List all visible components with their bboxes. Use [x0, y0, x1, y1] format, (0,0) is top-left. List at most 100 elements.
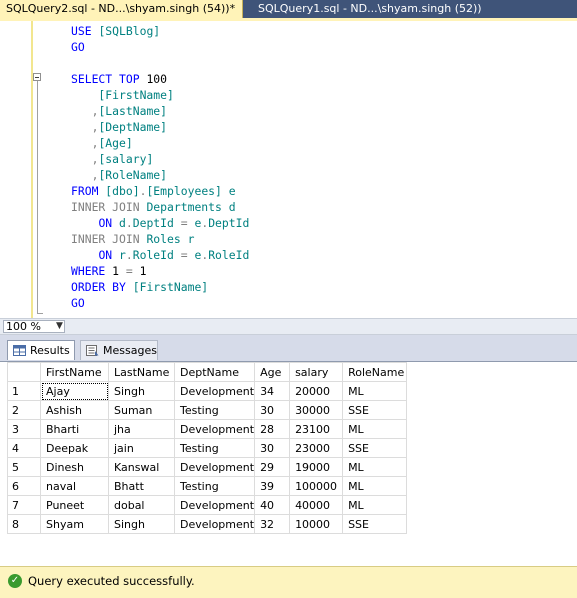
row-number[interactable]: 6	[7, 476, 41, 496]
table-cell[interactable]: ML	[342, 495, 408, 515]
table-cell[interactable]: Suman	[108, 400, 175, 420]
table-cell[interactable]: Singh	[108, 514, 175, 534]
table-cell[interactable]: 23100	[289, 419, 344, 439]
table-row[interactable]: 3 Bharti jha Development 28 23100 ML	[7, 419, 408, 439]
table-cell[interactable]: Kanswal	[108, 457, 175, 477]
table-cell[interactable]: ML	[342, 476, 408, 496]
table-cell[interactable]: Development	[173, 419, 256, 439]
table-cell[interactable]: Development	[173, 457, 256, 477]
table-cell[interactable]: 19000	[289, 457, 344, 477]
table-cell[interactable]: Testing	[173, 400, 256, 420]
results-grid[interactable]: FirstName LastName DeptName Age salary R…	[7, 362, 408, 534]
table-cell[interactable]: Testing	[173, 438, 256, 458]
code-line[interactable]: [FirstName]	[71, 87, 249, 103]
code-line[interactable]: ,[Age]	[71, 135, 249, 151]
column-header[interactable]: RoleName	[342, 362, 408, 382]
table-cell[interactable]: Singh	[108, 381, 175, 401]
column-header[interactable]: LastName	[108, 362, 175, 382]
table-cell[interactable]: Bhatt	[108, 476, 175, 496]
column-header[interactable]: FirstName	[40, 362, 109, 382]
table-cell[interactable]: Puneet	[40, 495, 109, 515]
code-line[interactable]: USE [SQLBlog]	[71, 23, 249, 39]
table-cell[interactable]: Dinesh	[40, 457, 109, 477]
tab-messages[interactable]: Messages	[80, 340, 158, 360]
code-token: =	[180, 248, 195, 262]
table-cell[interactable]: 30000	[289, 400, 344, 420]
code-line[interactable]: WHERE 1 = 1	[71, 263, 249, 279]
query-editor[interactable]: USE [SQLBlog] GO SELECT TOP 100 [FirstName…	[0, 21, 577, 318]
table-cell[interactable]: Ajay	[40, 381, 109, 401]
table-cell[interactable]: Bharti	[40, 419, 109, 439]
code-line[interactable]: FROM [dbo].[Employees] e	[71, 183, 249, 199]
table-cell[interactable]: 100000	[289, 476, 344, 496]
row-number-header[interactable]	[7, 362, 41, 382]
code-line[interactable]: ORDER BY [FirstName]	[71, 279, 249, 295]
table-cell[interactable]: Testing	[173, 476, 256, 496]
column-header[interactable]: DeptName	[173, 362, 256, 382]
table-cell[interactable]: 30	[254, 438, 291, 458]
table-row[interactable]: 2 Ashish Suman Testing 30 30000 SSE	[7, 400, 408, 420]
table-cell[interactable]: 28	[254, 419, 291, 439]
code-line[interactable]: ,[RoleName]	[71, 167, 249, 183]
code-line[interactable]: GO	[71, 39, 249, 55]
column-header[interactable]: Age	[254, 362, 291, 382]
column-header[interactable]: salary	[289, 362, 344, 382]
row-number[interactable]: 5	[7, 457, 41, 477]
table-cell[interactable]: ML	[342, 419, 408, 439]
table-cell[interactable]: SSE	[342, 438, 408, 458]
table-cell[interactable]: Development	[173, 495, 256, 515]
table-cell[interactable]: naval	[40, 476, 109, 496]
code-line[interactable]: SELECT TOP 100	[71, 71, 249, 87]
table-cell[interactable]: Shyam	[40, 514, 109, 534]
table-cell[interactable]: ML	[342, 381, 408, 401]
code-line[interactable]: ,[LastName]	[71, 103, 249, 119]
code-line[interactable]: INNER JOIN Roles r	[71, 231, 249, 247]
table-cell[interactable]: 40000	[289, 495, 344, 515]
table-cell[interactable]: 39	[254, 476, 291, 496]
table-cell[interactable]: 30	[254, 400, 291, 420]
table-row[interactable]: 8 Shyam Singh Development 32 10000 SSE	[7, 514, 408, 534]
tab-sqlquery1[interactable]: SQLQuery1.sql - ND...\shyam.singh (52))	[252, 0, 488, 18]
tab-sqlquery2[interactable]: SQLQuery2.sql - ND...\shyam.singh (54))*	[0, 0, 243, 18]
row-number[interactable]: 2	[7, 400, 41, 420]
table-cell[interactable]: ML	[342, 457, 408, 477]
code-line[interactable]: INNER JOIN Departments d	[71, 199, 249, 215]
table-cell[interactable]: jain	[108, 438, 175, 458]
chevron-down-icon[interactable]: ▼	[56, 321, 63, 331]
code-line[interactable]: ON r.RoleId = e.RoleId	[71, 247, 249, 263]
table-cell[interactable]: 34	[254, 381, 291, 401]
table-cell[interactable]: 10000	[289, 514, 344, 534]
table-cell[interactable]: 23000	[289, 438, 344, 458]
code-token: ON	[98, 248, 120, 262]
table-cell[interactable]: 20000	[289, 381, 344, 401]
table-cell[interactable]: SSE	[342, 514, 408, 534]
row-number[interactable]: 3	[7, 419, 41, 439]
table-cell[interactable]: jha	[108, 419, 175, 439]
table-row[interactable]: 1 Ajay Singh Development 34 20000 ML	[7, 381, 408, 401]
table-cell[interactable]: Development	[173, 514, 256, 534]
table-cell[interactable]: Deepak	[40, 438, 109, 458]
table-row[interactable]: 5 Dinesh Kanswal Development 29 19000 ML	[7, 457, 408, 477]
table-row[interactable]: 6 naval Bhatt Testing 39 100000 ML	[7, 476, 408, 496]
table-row[interactable]: 4 Deepak jain Testing 30 23000 SSE	[7, 438, 408, 458]
row-number[interactable]: 1	[7, 381, 41, 401]
table-cell[interactable]: dobal	[108, 495, 175, 515]
code-line[interactable]: ON d.DeptId = e.DeptId	[71, 215, 249, 231]
code-line[interactable]: GO	[71, 295, 249, 311]
code-line[interactable]: ,[DeptName]	[71, 119, 249, 135]
table-cell[interactable]: Ashish	[40, 400, 109, 420]
code-line[interactable]: ,[salary]	[71, 151, 249, 167]
table-cell[interactable]: 29	[254, 457, 291, 477]
table-cell[interactable]: Development	[173, 381, 256, 401]
row-number[interactable]: 7	[7, 495, 41, 515]
table-cell[interactable]: 40	[254, 495, 291, 515]
table-cell[interactable]: 32	[254, 514, 291, 534]
sql-code[interactable]: USE [SQLBlog] GO SELECT TOP 100 [FirstName…	[71, 23, 249, 311]
row-number[interactable]: 8	[7, 514, 41, 534]
table-row[interactable]: 7 Puneet dobal Development 40 40000 ML	[7, 495, 408, 515]
row-number[interactable]: 4	[7, 438, 41, 458]
tab-results[interactable]: Results	[7, 340, 75, 360]
table-cell[interactable]: SSE	[342, 400, 408, 420]
collapse-icon[interactable]	[33, 73, 41, 81]
code-line[interactable]	[71, 55, 249, 71]
